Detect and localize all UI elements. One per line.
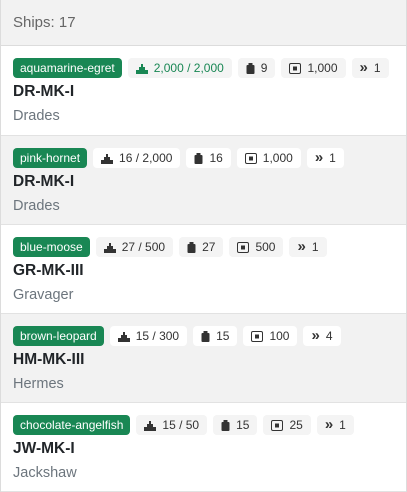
ship-code: JW-MK-I — [13, 440, 75, 457]
ship-maker: Drades — [13, 108, 60, 124]
crew-icon — [221, 419, 230, 431]
ship-item[interactable]: chocolate-angelfish 15 / 50 15 25 » 1 JW… — [1, 403, 406, 492]
crew-badge: 16 — [186, 148, 231, 168]
speed-icon: » — [314, 149, 324, 166]
speed-badge: » 1 — [306, 148, 344, 168]
hull-value: 15 / 300 — [135, 329, 180, 343]
speed-icon: » — [324, 416, 334, 433]
ship-tag[interactable]: pink-hornet — [13, 148, 88, 168]
ship-code: DR-MK-I — [13, 173, 75, 190]
ship-count: Ships: 17 — [13, 14, 76, 31]
speed-badge: » 1 — [316, 415, 354, 435]
ship-maker: Jackshaw — [13, 465, 77, 481]
speed-badge: » 1 — [351, 58, 389, 78]
speed-icon: » — [297, 238, 306, 255]
ship-item[interactable]: pink-hornet 16 / 2,000 16 1,000 » 1 DR-M… — [1, 136, 406, 225]
ship-item[interactable]: blue-moose 27 / 500 27 500 » 1 GR-MK-III… — [1, 225, 406, 314]
hull-badge: 2,000 / 2,000 — [127, 58, 232, 78]
speed-value: 4 — [325, 329, 333, 343]
cargo-icon — [289, 62, 302, 74]
cargo-icon — [271, 419, 284, 431]
ship-item[interactable]: brown-leopard 15 / 300 15 100 » 4 HM-MK-… — [1, 314, 406, 403]
ship-stats-row: blue-moose 27 / 500 27 500 » 1 — [13, 237, 394, 257]
ship-code: DR-MK-I — [13, 83, 75, 100]
ship-stats-row: brown-leopard 15 / 300 15 100 » 4 — [13, 326, 394, 346]
ship-code: HM-MK-III — [13, 351, 85, 368]
cargo-value: 25 — [289, 418, 303, 432]
cargo-value: 1,000 — [262, 151, 293, 165]
ship-stats-row: pink-hornet 16 / 2,000 16 1,000 » 1 — [13, 148, 394, 168]
speed-value: 1 — [311, 240, 319, 254]
hull-icon — [103, 242, 116, 253]
crew-badge: 15 — [213, 415, 258, 435]
cargo-value: 1,000 — [307, 61, 338, 75]
crew-icon — [201, 330, 210, 342]
cargo-badge: 100 — [243, 326, 298, 346]
cargo-icon — [244, 152, 257, 164]
crew-value: 9 — [260, 61, 268, 75]
cargo-icon — [251, 330, 264, 342]
hull-value: 2,000 / 2,000 — [153, 61, 224, 75]
speed-value: 1 — [373, 61, 381, 75]
ship-list: Ships: 17 aquamarine-egret 2,000 / 2,000… — [0, 0, 407, 492]
hull-value: 15 / 50 — [162, 418, 200, 432]
cargo-value: 500 — [255, 240, 276, 254]
crew-value: 15 — [216, 329, 230, 343]
ship-maker: Drades — [13, 198, 60, 214]
cargo-badge: 25 — [263, 415, 311, 435]
hull-badge: 16 / 2,000 — [93, 148, 181, 168]
ship-maker: Gravager — [13, 287, 74, 303]
ship-tag[interactable]: brown-leopard — [13, 326, 104, 346]
ship-count-header: Ships: 17 — [1, 0, 406, 46]
crew-icon — [194, 152, 203, 164]
speed-badge: » 1 — [289, 237, 327, 257]
ship-item[interactable]: aquamarine-egret 2,000 / 2,000 9 1,000 »… — [1, 46, 406, 136]
ship-maker: Hermes — [13, 376, 64, 392]
ship-stats-row: aquamarine-egret 2,000 / 2,000 9 1,000 »… — [13, 58, 394, 78]
ship-tag[interactable]: chocolate-angelfish — [13, 415, 131, 435]
hull-icon — [117, 331, 130, 342]
crew-badge: 27 — [179, 237, 224, 257]
crew-value: 16 — [209, 151, 223, 165]
speed-value: 1 — [329, 151, 336, 165]
cargo-value: 100 — [269, 329, 290, 343]
hull-badge: 15 / 300 — [109, 326, 188, 346]
hull-value: 27 / 500 — [121, 240, 166, 254]
speed-icon: » — [359, 59, 368, 76]
ship-tag[interactable]: aquamarine-egret — [13, 58, 122, 78]
cargo-badge: 1,000 — [281, 58, 346, 78]
ship-code: GR-MK-III — [13, 262, 84, 279]
hull-icon — [101, 153, 114, 164]
ship-stats-row: chocolate-angelfish 15 / 50 15 25 » 1 — [13, 415, 394, 435]
crew-icon — [187, 241, 196, 253]
crew-value: 27 — [202, 240, 216, 254]
hull-badge: 15 / 50 — [136, 415, 208, 435]
hull-icon — [144, 420, 157, 431]
hull-value: 16 / 2,000 — [119, 151, 173, 165]
cargo-badge: 500 — [229, 237, 284, 257]
crew-badge: 9 — [237, 58, 276, 78]
hull-badge: 27 / 500 — [95, 237, 174, 257]
speed-badge: » 4 — [303, 326, 341, 346]
hull-icon — [135, 63, 148, 74]
speed-value: 1 — [339, 418, 346, 432]
ship-tag[interactable]: blue-moose — [13, 237, 90, 257]
crew-badge: 15 — [193, 326, 238, 346]
crew-value: 15 — [236, 418, 250, 432]
cargo-icon — [237, 241, 250, 253]
crew-icon — [246, 62, 255, 74]
speed-icon: » — [311, 327, 320, 344]
cargo-badge: 1,000 — [236, 148, 301, 168]
